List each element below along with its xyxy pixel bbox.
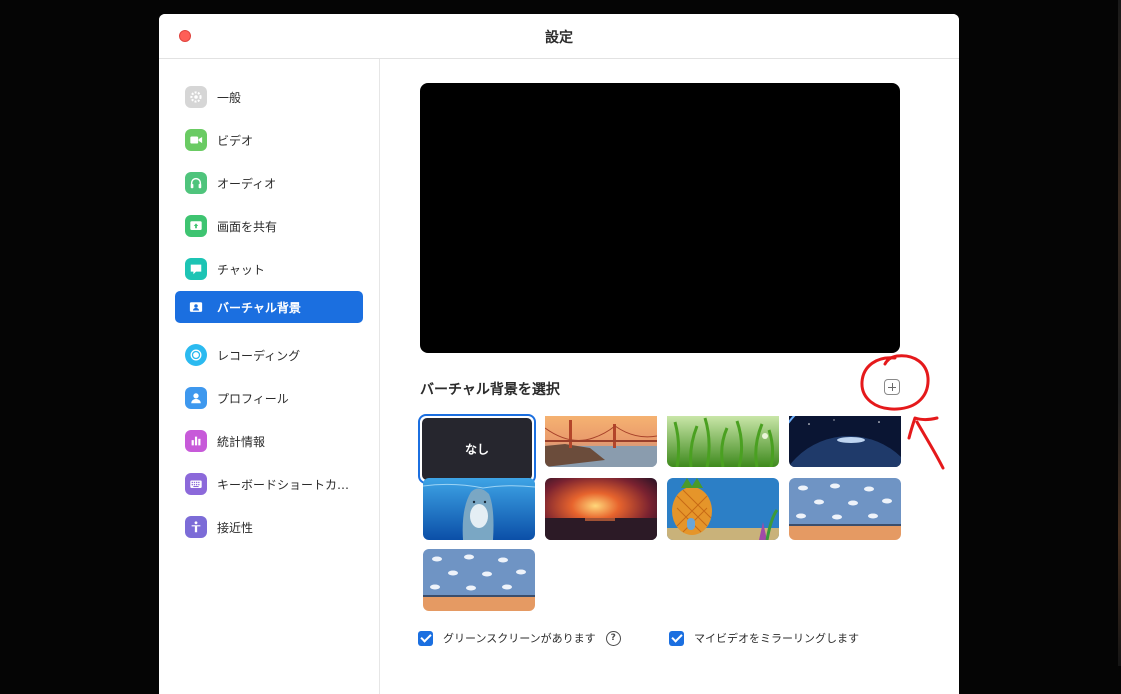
dolphin-image: [423, 478, 535, 540]
chat-bubble-icon: [185, 258, 207, 280]
background-thumbnail-pineapple[interactable]: [667, 478, 779, 540]
sidebar-item-general[interactable]: 一般: [175, 81, 363, 113]
background-thumbnail-clouds-2[interactable]: [423, 549, 535, 611]
sidebar-item-label: 一般: [217, 90, 242, 105]
virtual-background-icon: [185, 296, 207, 318]
background-thumbnail-grass[interactable]: [667, 416, 779, 467]
gear-icon: [185, 86, 207, 108]
grass-image: [667, 416, 779, 467]
pineapple-house-image: [667, 478, 779, 540]
green-screen-option[interactable]: グリーンスクリーンがあります ?: [418, 630, 621, 646]
green-screen-label: グリーンスクリーンがあります: [443, 632, 596, 645]
section-title: バーチャル背景を選択: [420, 382, 560, 398]
record-icon: [185, 344, 207, 366]
keyboard-icon: [185, 473, 207, 495]
green-screen-checkbox[interactable]: [418, 630, 433, 646]
sidebar-item-label: ビデオ: [217, 133, 254, 148]
title-bar: 設定: [159, 14, 959, 59]
mirror-video-option[interactable]: マイビデオをミラーリングします: [669, 630, 859, 646]
sidebar-item-accessibility[interactable]: 接近性: [175, 511, 363, 543]
sidebar-item-label: オーディオ: [217, 176, 277, 191]
sidebar-item-label: 画面を共有: [217, 219, 278, 234]
sidebar-item-chat[interactable]: チャット: [175, 253, 363, 285]
sidebar-item-recording[interactable]: レコーディング: [175, 339, 363, 371]
video-camera-icon: [185, 129, 207, 151]
sidebar-item-keyboard-shortcuts[interactable]: キーボードショートカ…: [175, 468, 363, 500]
statistics-icon: [185, 430, 207, 452]
mirror-video-label: マイビデオをミラーリングします: [694, 632, 859, 645]
background-thumbnail-bridge[interactable]: [545, 416, 657, 467]
background-thumbnail-none[interactable]: なし: [418, 414, 536, 484]
sidebar-item-label: キーボードショートカ…: [217, 477, 350, 492]
background-thumbnail-sunset[interactable]: [545, 478, 657, 540]
background-thumbnail-clouds[interactable]: [789, 478, 901, 540]
settings-sidebar: 一般 ビデオ オーディオ 画面を共有 チャット バーチャル背景 レコーディング …: [159, 59, 380, 694]
settings-window: 設定 一般 ビデオ オーディオ 画面を共有 チャット バーチャル背景 レコーディ…: [159, 14, 959, 694]
sidebar-item-audio[interactable]: オーディオ: [175, 167, 363, 199]
sidebar-item-label: 接近性: [217, 520, 254, 535]
mirror-video-checkbox[interactable]: [669, 630, 684, 646]
background-thumbnail-dolphin[interactable]: [423, 478, 535, 540]
accessibility-icon: [185, 516, 207, 538]
sidebar-item-statistics[interactable]: 統計情報: [175, 425, 363, 457]
none-tile: なし: [422, 418, 532, 480]
cloud-wallpaper-room-image: [789, 478, 901, 540]
red-annotation: [860, 354, 945, 470]
golden-gate-bridge-image: [545, 416, 657, 467]
window-title: 設定: [545, 30, 573, 46]
sidebar-item-label: バーチャル背景: [217, 300, 301, 315]
share-screen-icon: [185, 215, 207, 237]
sunset-sea-image: [545, 478, 657, 540]
sidebar-item-virtual-background[interactable]: バーチャル背景: [175, 291, 363, 323]
none-label: なし: [464, 442, 489, 457]
video-preview: [420, 83, 900, 353]
profile-icon: [185, 387, 207, 409]
sidebar-item-label: 統計情報: [217, 434, 266, 449]
help-icon[interactable]: ?: [605, 630, 621, 646]
cloud-wallpaper-room-image: [423, 549, 535, 611]
headphones-icon: [185, 172, 207, 194]
sidebar-item-label: レコーディング: [217, 348, 301, 363]
sidebar-item-profile[interactable]: プロフィール: [175, 382, 363, 414]
sidebar-item-label: チャット: [217, 262, 265, 277]
sidebar-item-video[interactable]: ビデオ: [175, 124, 363, 156]
sidebar-item-label: プロフィール: [217, 391, 289, 406]
sidebar-item-share-screen[interactable]: 画面を共有: [175, 210, 363, 242]
